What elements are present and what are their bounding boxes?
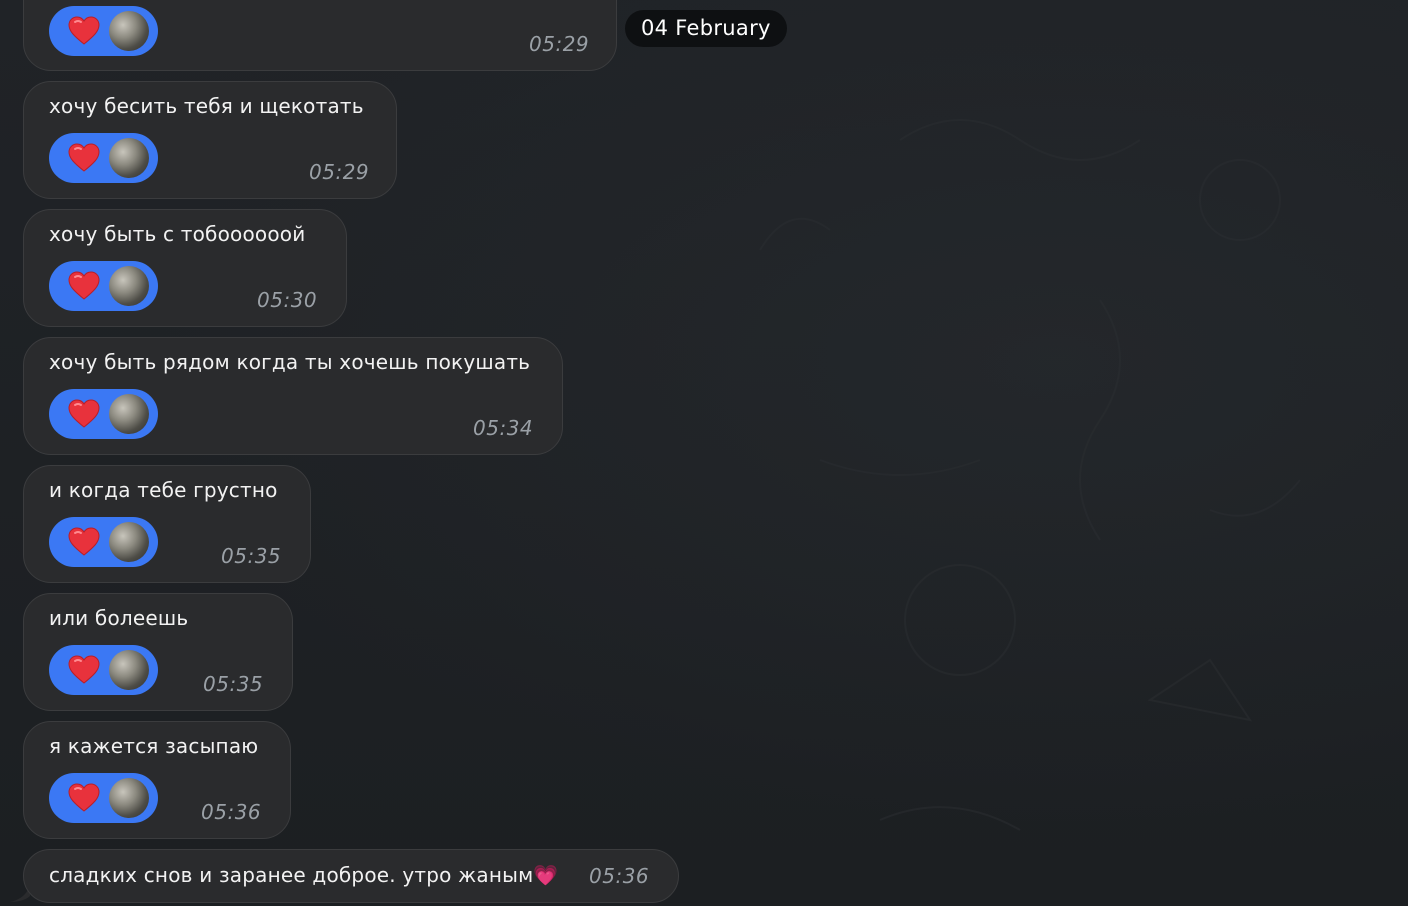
message-text: я кажется засыпаю bbox=[49, 734, 259, 758]
message-text: и когда тебе грустно bbox=[49, 478, 278, 502]
avatar bbox=[109, 11, 149, 51]
reaction-pill[interactable] bbox=[49, 645, 158, 695]
avatar bbox=[109, 138, 149, 178]
heart-icon bbox=[68, 527, 100, 556]
message-time: 05:34 bbox=[473, 416, 534, 440]
heart-icon bbox=[68, 271, 100, 300]
message-text: хочу быть с тобоооооой bbox=[49, 222, 306, 246]
message-text-content: сладких снов и заранее доброе. утро жаны… bbox=[49, 863, 534, 887]
message-time: 05:30 bbox=[257, 288, 318, 312]
avatar bbox=[109, 266, 149, 306]
message-time: 05:36 bbox=[589, 864, 650, 888]
message-time: 05:35 bbox=[221, 544, 282, 568]
avatar bbox=[109, 778, 149, 818]
message-text: сладких снов и заранее доброе. утро жаны… bbox=[49, 863, 559, 887]
message-bubble[interactable]: или болеешь 05:35 bbox=[23, 593, 293, 711]
reaction-pill[interactable] bbox=[49, 773, 158, 823]
pink-heart-emoji: 💗 bbox=[533, 863, 559, 887]
message-bubble[interactable]: хочу быть рядом когда ты хочешь покушать… bbox=[23, 337, 563, 455]
reaction-pill[interactable] bbox=[49, 261, 158, 311]
heart-icon bbox=[68, 16, 100, 45]
message-time: 05:36 bbox=[201, 800, 262, 824]
message-time: 05:29 bbox=[529, 32, 590, 56]
heart-icon bbox=[68, 399, 100, 428]
message-text: хочу быть рядом когда ты хочешь покушать bbox=[49, 350, 531, 374]
message-bubble[interactable]: я кажется засыпаю 05:36 bbox=[23, 721, 291, 839]
avatar bbox=[109, 394, 149, 434]
avatar bbox=[109, 650, 149, 690]
message-bubble[interactable]: и когда тебе грустно 05:35 bbox=[23, 465, 311, 583]
avatar bbox=[109, 522, 149, 562]
message-bubble[interactable]: сладких снов и заранее доброе. утро жаны… bbox=[23, 849, 679, 903]
message-time: 05:35 bbox=[203, 672, 264, 696]
message-bubble[interactable]: хочу бесить тебя и щекотать 05:29 bbox=[23, 81, 397, 199]
message-text: или болеешь bbox=[49, 606, 189, 630]
reaction-pill[interactable] bbox=[49, 517, 158, 567]
heart-icon bbox=[68, 655, 100, 684]
message-time: 05:29 bbox=[309, 160, 370, 184]
date-separator: 04 February bbox=[625, 10, 787, 47]
heart-icon bbox=[68, 143, 100, 172]
message-bubble[interactable]: хочу быть с тобоооооой 05:30 bbox=[23, 209, 347, 327]
heart-icon bbox=[68, 783, 100, 812]
chat-area: 04 February 05:29 хочу бесить тебя и щек… bbox=[0, 0, 1408, 906]
reaction-pill[interactable] bbox=[49, 389, 158, 439]
message-text: хочу бесить тебя и щекотать bbox=[49, 94, 364, 118]
reaction-pill[interactable] bbox=[49, 6, 158, 56]
reaction-pill[interactable] bbox=[49, 133, 158, 183]
message-bubble[interactable]: 05:29 bbox=[23, 0, 617, 71]
